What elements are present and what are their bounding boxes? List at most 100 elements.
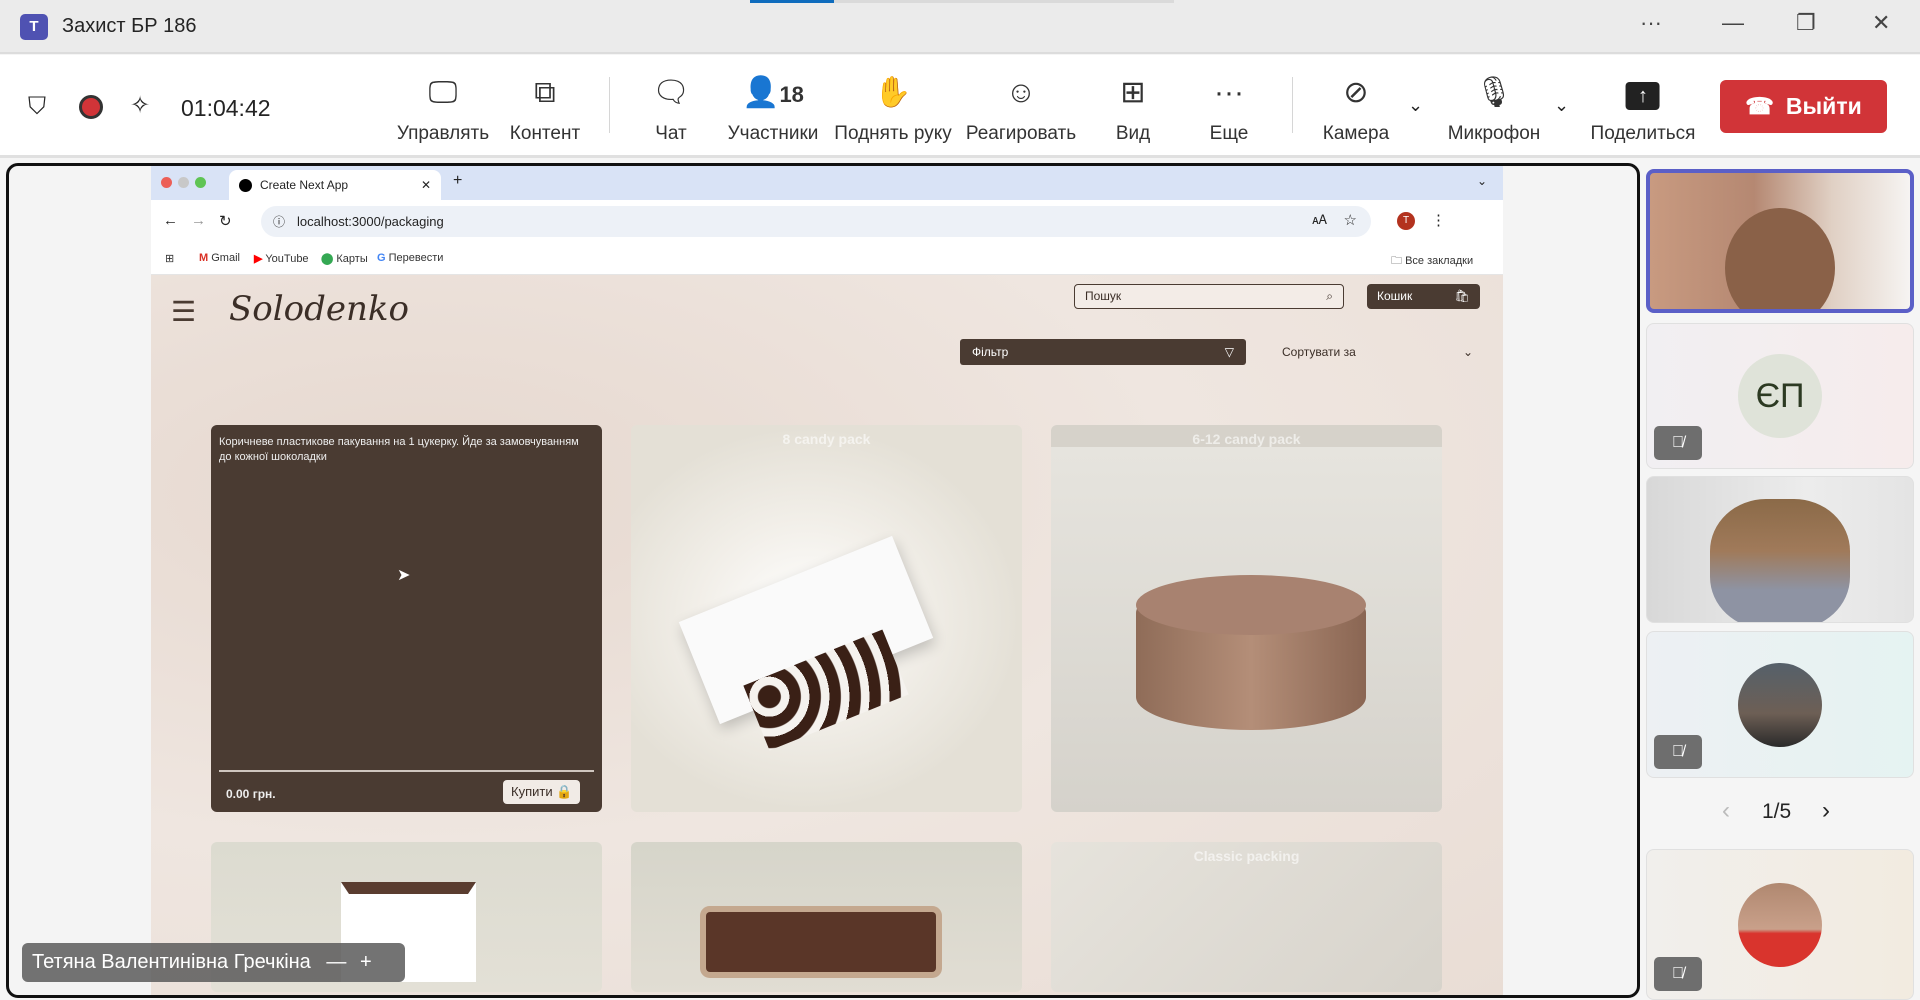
- more-button[interactable]: ··· Еще: [1210, 73, 1249, 145]
- minimize-window-dot[interactable]: [178, 177, 189, 188]
- divider: [1292, 77, 1293, 133]
- product-card[interactable]: 6-12 candy pack: [1051, 425, 1442, 812]
- bookmark-label: Перевести: [388, 252, 444, 264]
- browser-menu-icon[interactable]: ⋮: [1431, 211, 1446, 229]
- recording-icon[interactable]: [79, 95, 103, 119]
- smiley-icon: ☺: [1005, 76, 1037, 109]
- translate-icon[interactable]: 🗚: [1312, 212, 1327, 228]
- share-label: Поделиться: [1590, 123, 1696, 144]
- leave-button[interactable]: ☎ Выйти: [1720, 80, 1887, 133]
- close-tab-icon[interactable]: ✕: [421, 178, 431, 192]
- filter-button[interactable]: Фільтр ▽: [960, 339, 1246, 365]
- shield-icon[interactable]: ⛉: [28, 93, 46, 121]
- chat-icon: 🗨: [651, 76, 691, 109]
- view-label: Вид: [1115, 123, 1151, 144]
- content-button[interactable]: ⧉ Контент: [510, 73, 580, 145]
- more-options-icon[interactable]: ···: [1640, 10, 1662, 36]
- participant-video-image: [1725, 208, 1835, 309]
- browser-tab[interactable]: Create Next App ✕: [229, 170, 441, 200]
- camera-options-chevron-icon[interactable]: ⌄: [1408, 95, 1423, 116]
- mouse-cursor-icon: ➤: [397, 567, 411, 584]
- previous-page-icon[interactable]: ‹: [1722, 797, 1730, 825]
- next-page-icon[interactable]: ›: [1822, 797, 1830, 825]
- apps-grid-icon[interactable]: ⊞: [165, 252, 174, 265]
- participants-count: 18: [779, 82, 804, 107]
- participant-tile[interactable]: ЄП 🎙̸: [1646, 323, 1914, 469]
- bag-icon: 🛍: [1454, 289, 1470, 303]
- tab-bar: Create Next App ✕ + ⌄: [151, 166, 1503, 200]
- filter-label: Фільтр: [972, 345, 1009, 359]
- chocolate-tray-image: [706, 912, 936, 972]
- reload-icon[interactable]: ↻: [219, 212, 232, 230]
- product-title: Classic packing: [1193, 848, 1300, 864]
- participant-tile[interactable]: 🎙̸: [1646, 849, 1914, 1000]
- zoom-out-icon[interactable]: —: [326, 951, 346, 973]
- hamburger-menu-icon[interactable]: ☰: [171, 295, 196, 328]
- react-button[interactable]: ☺ Реагировать: [966, 73, 1076, 145]
- sort-dropdown[interactable]: Сортувати за ⌄: [1270, 339, 1485, 365]
- participants-label: Участники: [727, 123, 819, 144]
- hand-icon: ✋: [874, 76, 912, 109]
- cart-button[interactable]: Кошик 🛍: [1367, 284, 1480, 309]
- leave-label: Выйти: [1785, 93, 1862, 119]
- divider: [609, 77, 610, 133]
- hang-up-icon: ☎: [1745, 93, 1774, 119]
- bookmark-translate[interactable]: G Перевести: [377, 252, 443, 264]
- microphone-button[interactable]: 🎙 Микрофон: [1448, 73, 1541, 145]
- participant-tile[interactable]: 🎙̸: [1646, 631, 1914, 778]
- bookmark-star-icon[interactable]: ☆: [1344, 211, 1357, 229]
- raise-hand-button[interactable]: ✋ Поднять руку: [834, 73, 951, 145]
- forward-icon[interactable]: →: [191, 212, 206, 229]
- participant-initials-avatar: ЄП: [1738, 354, 1822, 438]
- presenter-name: Тетяна Валентинівна Гречкіна: [32, 951, 311, 973]
- search-input[interactable]: Пошук ⌕: [1074, 284, 1344, 309]
- all-bookmarks[interactable]: 🗀 Все закладки: [1391, 252, 1473, 271]
- participant-video-active-speaker[interactable]: [1646, 169, 1914, 313]
- product-card[interactable]: Коричневе пластикове пакування на 1 цуке…: [211, 425, 602, 812]
- close-icon[interactable]: ✕: [1872, 10, 1890, 36]
- bookmark-gmail[interactable]: M Gmail: [199, 252, 240, 264]
- chat-button[interactable]: 🗨 Чат: [652, 73, 690, 145]
- bookmark-youtube[interactable]: ▶ YouTube: [254, 252, 309, 265]
- product-card[interactable]: [631, 842, 1022, 992]
- participant-avatar: [1738, 882, 1822, 967]
- new-tab-icon[interactable]: +: [453, 172, 462, 190]
- search-icon[interactable]: ⌕: [1326, 289, 1333, 304]
- url-input[interactable]: ⓘ localhost:3000/packaging 🗚 ☆: [261, 206, 1371, 237]
- tab-indicator-inactive: [834, 0, 1174, 3]
- raise-hand-label: Поднять руку: [834, 123, 952, 144]
- bookmark-maps[interactable]: ⬤ Карты: [321, 252, 368, 265]
- tab-search-chevron-icon[interactable]: ⌄: [1477, 174, 1487, 188]
- chevron-down-icon: ⌄: [1462, 345, 1473, 359]
- bag-icon: 🔒: [556, 784, 573, 799]
- product-card[interactable]: Classic packing: [1051, 842, 1442, 992]
- window-title: Захист БР 186: [62, 15, 197, 37]
- maximize-window-dot[interactable]: [195, 177, 206, 188]
- share-button[interactable]: ↑ Поделиться: [1590, 73, 1696, 145]
- view-button[interactable]: ⊞ Вид: [1116, 73, 1150, 145]
- camera-off-icon: ⊘: [1343, 76, 1369, 109]
- mic-options-chevron-icon[interactable]: ⌄: [1554, 95, 1569, 116]
- participants-button[interactable]: 👤18 Участники: [728, 73, 819, 145]
- solodenko-logo[interactable]: Solodenko: [229, 289, 409, 329]
- site-info-icon[interactable]: ⓘ: [273, 213, 285, 230]
- ellipsis-icon: ···: [1214, 76, 1244, 109]
- manage-button[interactable]: 🖵 Управлять: [397, 73, 489, 145]
- participant-video[interactable]: [1646, 476, 1914, 623]
- close-window-dot[interactable]: [161, 177, 172, 188]
- camera-button[interactable]: ⊘ Камера: [1323, 73, 1389, 145]
- zoom-in-icon[interactable]: +: [360, 951, 372, 973]
- minimize-icon[interactable]: —: [1722, 10, 1744, 36]
- browser-window: Create Next App ✕ + ⌄ ← → ↻ ⓘ localhost:30…: [151, 166, 1503, 995]
- profile-avatar[interactable]: T: [1397, 212, 1415, 230]
- restore-icon[interactable]: ❐: [1796, 10, 1816, 36]
- back-icon[interactable]: ←: [163, 212, 178, 229]
- product-card[interactable]: 8 candy pack: [631, 425, 1022, 812]
- bookmark-label: YouTube: [265, 253, 309, 265]
- tab-indicator: [750, 0, 834, 3]
- content-label: Контент: [509, 123, 581, 144]
- buy-button[interactable]: Купити 🔒: [503, 780, 581, 804]
- sparkle-icon[interactable]: ✧: [130, 91, 150, 120]
- gmail-icon: M: [199, 252, 209, 264]
- translate-icon: G: [377, 252, 386, 264]
